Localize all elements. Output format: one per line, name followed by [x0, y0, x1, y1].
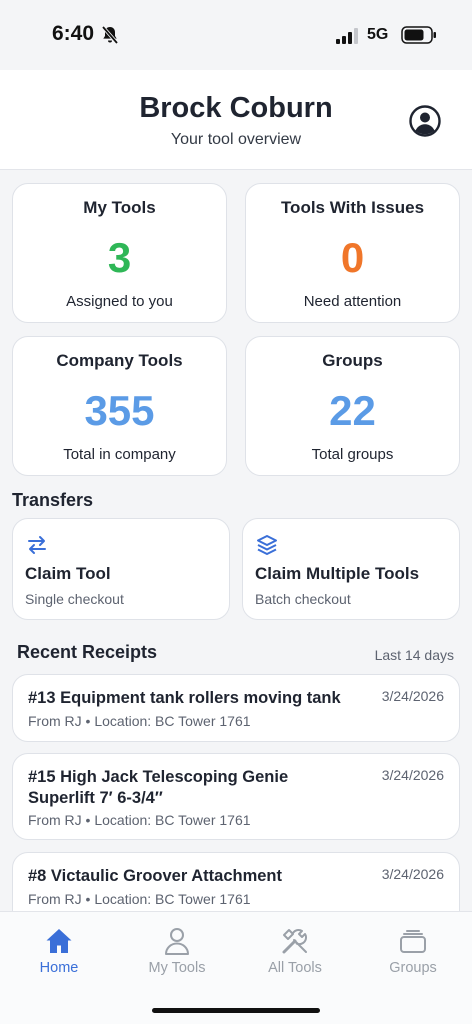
receipt-meta: From RJ • Location: BC Tower 1761: [28, 812, 251, 828]
receipt-date: 3/24/2026: [381, 866, 444, 882]
transfers-heading: Transfers: [12, 490, 94, 510]
page-title: Brock Coburn: [139, 92, 333, 124]
stat-value: 355: [84, 387, 155, 434]
stat-caption: Assigned to you: [66, 293, 173, 310]
stat-title: Company Tools: [56, 351, 183, 370]
stat-value: 3: [107, 234, 132, 281]
stat-card-groups[interactable]: Groups 22 Total groups: [245, 336, 460, 476]
receipt-date: 3/24/2026: [381, 688, 444, 704]
stat-title: Groups: [322, 351, 383, 370]
receipts-date-range: Last 14 days: [374, 647, 454, 663]
battery-icon: [401, 26, 436, 44]
tools-icon: [282, 928, 308, 954]
profile-icon[interactable]: [408, 104, 442, 138]
receipt-title: #15 High Jack Telescoping Genie Superlif…: [28, 768, 289, 807]
transfer-title: Claim Multiple Tools: [255, 564, 420, 583]
stat-title: Tools With Issues: [280, 198, 425, 217]
receipt-item[interactable]: #13 Equipment tank rollers moving tank 3…: [12, 674, 460, 742]
receipt-title: #8 Victaulic Groover Attachment: [28, 867, 283, 885]
folder-stack-icon: [400, 930, 426, 953]
home-icon: [46, 929, 72, 953]
swap-arrows-icon: [28, 536, 46, 554]
transfer-subtitle: Batch checkout: [255, 591, 351, 607]
stat-card-tools-with-issues[interactable]: Tools With Issues 0 Need attention: [245, 183, 460, 323]
claim-multiple-tools-button[interactable]: Claim Multiple Tools Batch checkout: [242, 518, 460, 620]
status-time: 6:40: [52, 22, 95, 45]
receipt-meta: From RJ • Location: BC Tower 1761: [28, 891, 251, 907]
transfer-title: Claim Tool: [25, 564, 111, 583]
status-bar: 6:40 5G: [0, 0, 472, 70]
signal-icon: [336, 28, 358, 44]
receipt-meta: From RJ • Location: BC Tower 1761: [28, 713, 251, 729]
stat-card-my-tools[interactable]: My Tools 3 Assigned to you: [12, 183, 227, 323]
stat-value: 22: [329, 387, 376, 434]
tab-label: All Tools: [268, 960, 322, 976]
person-icon: [165, 928, 189, 955]
tab-label: My Tools: [148, 960, 206, 976]
page-subtitle: Your tool overview: [170, 131, 302, 148]
stat-value: 0: [340, 234, 365, 281]
claim-tool-button[interactable]: Claim Tool Single checkout: [12, 518, 230, 620]
stat-caption: Total in company: [63, 446, 176, 463]
home-indicator: [152, 1008, 320, 1013]
tab-groups[interactable]: Groups: [354, 912, 472, 982]
tab-all-tools[interactable]: All Tools: [236, 912, 354, 982]
stat-caption: Total groups: [311, 446, 394, 463]
tab-my-tools[interactable]: My Tools: [118, 912, 236, 982]
recent-receipts-heading: Recent Receipts: [17, 642, 158, 662]
tab-home[interactable]: Home: [0, 912, 118, 982]
stat-title: My Tools: [83, 198, 156, 217]
tab-label: Groups: [389, 960, 437, 976]
receipt-title: #13 Equipment tank rollers moving tank: [28, 689, 341, 707]
layers-icon: [257, 535, 277, 555]
network-label: 5G: [367, 26, 389, 43]
receipt-date: 3/24/2026: [381, 767, 444, 783]
transfer-subtitle: Single checkout: [25, 591, 124, 607]
bell-slash-icon: [101, 25, 119, 45]
stat-caption: Need attention: [303, 293, 402, 310]
tab-label: Home: [39, 960, 79, 976]
stat-card-company-tools[interactable]: Company Tools 355 Total in company: [12, 336, 227, 476]
header: Brock Coburn Your tool overview: [0, 70, 472, 170]
receipt-item[interactable]: #15 High Jack Telescoping Genie Superlif…: [12, 753, 460, 840]
